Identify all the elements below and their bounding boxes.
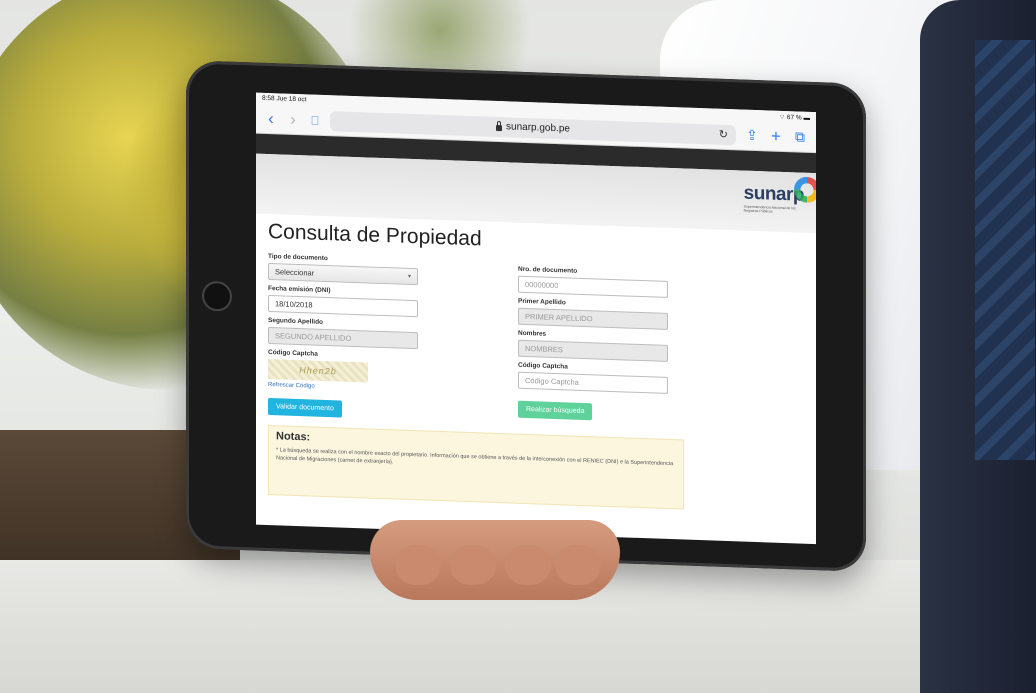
refresh-captcha-link[interactable]: Refrescar Código [268,382,458,395]
url-text: sunarp.gob.pe [506,121,570,135]
finger [555,545,601,585]
tabs-icon[interactable]: ⧉ [792,128,808,146]
tipo-documento-select[interactable]: Seleccionar ▾ [268,262,418,286]
lock-icon [496,124,503,132]
form-content: Consulta de Propiedad Tipo de documento … [256,214,816,515]
home-button[interactable] [202,280,232,312]
ipad-device: 8:58 Jue 18 oct ⌔ 67 % ▬ ‹ › ⎕ sunarp.go… [186,60,866,572]
finger [395,545,441,585]
nombres-input[interactable]: NOMBRES [518,339,668,362]
chevron-right-icon[interactable]: › [286,110,300,129]
reload-icon[interactable]: ↻ [719,128,728,141]
captcha-input[interactable]: Código Captcha [518,371,668,394]
battery-indicator: ⌔ 67 % ▬ [778,113,810,122]
search-button[interactable]: Realizar búsqueda [518,400,593,421]
fecha-emision-input[interactable]: 18/10/2018 [268,294,418,318]
necktie [975,40,1035,460]
status-time-date: 8:58 Jue 18 oct [262,94,307,104]
segundo-apellido-input[interactable]: SEGUNDO APELLIDO [268,326,418,350]
finger [505,545,551,585]
validate-document-button[interactable]: Validar documento [268,397,342,418]
primer-apellido-input[interactable]: PRIMER APELLIDO [518,307,668,330]
captcha-image: Hhen2b [268,358,368,383]
book-icon[interactable]: ⎕ [308,113,322,127]
ipad-screen: 8:58 Jue 18 oct ⌔ 67 % ▬ ‹ › ⎕ sunarp.go… [256,92,816,545]
chevron-down-icon: ▾ [407,273,411,280]
plus-icon[interactable]: + [768,126,784,147]
form-left-column: Tipo de documento Seleccionar ▾ Fecha em… [268,248,458,422]
finger [450,545,496,585]
share-icon[interactable]: ⇪ [744,127,760,145]
chevron-left-icon[interactable]: ‹ [264,109,278,128]
form-right-column: Nro. de documento 00000000 Primer Apelli… [518,261,708,431]
notes-panel: Notas: * La búsqueda se realiza con el n… [268,424,684,510]
nro-documento-input[interactable]: 00000000 [518,275,668,298]
sunarp-logo[interactable]: sunarp Superintendencia Nacional de los … [744,176,816,215]
